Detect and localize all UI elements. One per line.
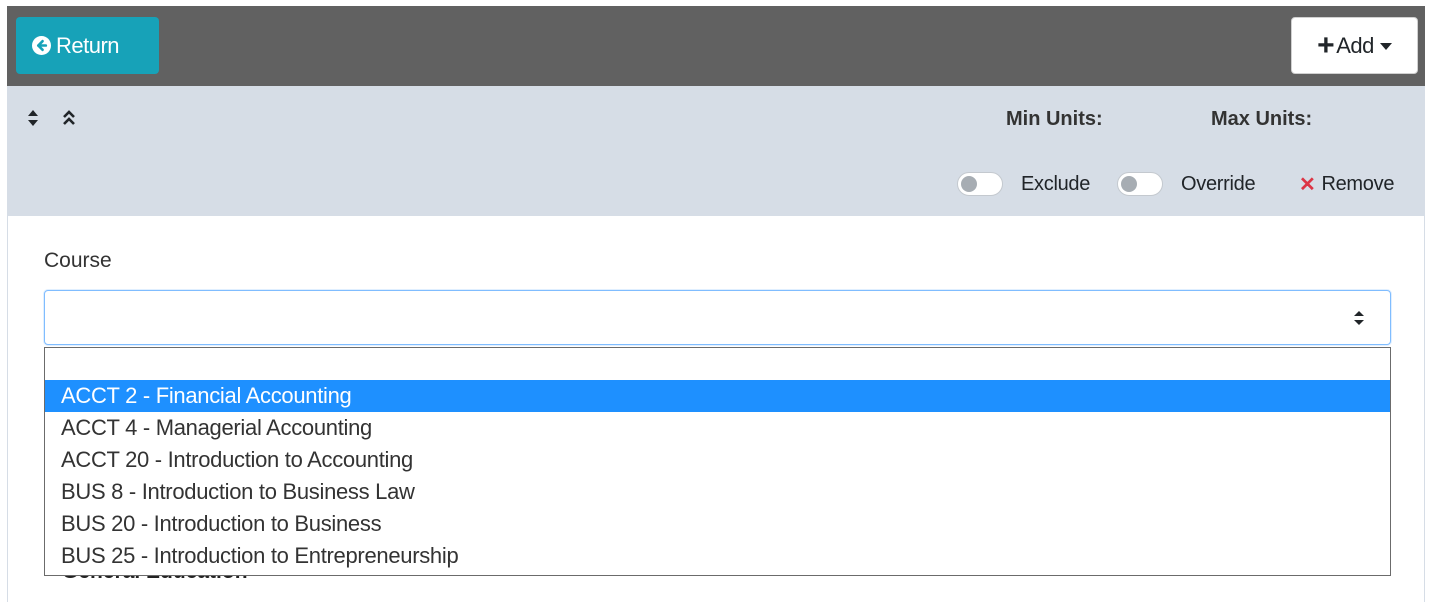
max-units-label: Max Units:	[1211, 108, 1313, 130]
return-label: Return	[56, 32, 120, 58]
double-chevron-up-icon[interactable]	[61, 108, 77, 128]
remove-label: Remove	[1321, 173, 1395, 195]
caret-down-icon	[1379, 43, 1392, 50]
panel-border	[1424, 216, 1425, 602]
course-options-list: ACCT 2 - Financial Accounting ACCT 4 - M…	[44, 347, 1391, 576]
sort-icon[interactable]	[26, 105, 40, 131]
plus-icon: +	[1317, 28, 1335, 62]
option-bus-25[interactable]: BUS 25 - Introduction to Entrepreneurshi…	[45, 540, 1390, 572]
add-label: Add	[1336, 32, 1374, 58]
rule-header: Min Units: Max Units: Exclude Override ✕…	[7, 86, 1425, 216]
exclude-label: Exclude	[1021, 173, 1091, 195]
select-sort-arrow-icon	[1354, 311, 1364, 325]
toggle-knob	[1121, 176, 1137, 192]
course-label: Course	[44, 249, 112, 272]
option-acct-4[interactable]: ACCT 4 - Managerial Accounting	[45, 412, 1390, 444]
remove-button[interactable]: ✕ Remove	[1299, 172, 1394, 197]
toggle-knob	[961, 176, 977, 192]
arrow-left-circle-icon	[32, 36, 51, 55]
option-blank[interactable]	[45, 348, 1390, 380]
option-acct-20[interactable]: ACCT 20 - Introduction to Accounting	[45, 444, 1390, 476]
add-dropdown-button[interactable]: + Add	[1291, 17, 1418, 74]
close-icon: ✕	[1299, 174, 1316, 196]
option-bus-20[interactable]: BUS 20 - Introduction to Business	[45, 508, 1390, 540]
exclude-toggle[interactable]	[957, 172, 1003, 196]
override-label: Override	[1181, 173, 1256, 195]
option-acct-2[interactable]: ACCT 2 - Financial Accounting	[45, 380, 1390, 412]
course-select[interactable]	[44, 290, 1391, 345]
panel-border	[7, 216, 8, 602]
return-button[interactable]: Return	[16, 17, 159, 74]
option-bus-8[interactable]: BUS 8 - Introduction to Business Law	[45, 476, 1390, 508]
min-units-label: Min Units:	[1006, 108, 1103, 130]
top-toolbar: Return + Add	[7, 6, 1425, 86]
override-toggle[interactable]	[1117, 172, 1163, 196]
